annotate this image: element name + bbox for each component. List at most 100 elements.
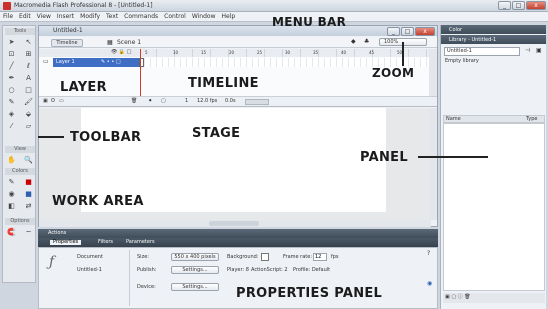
frame-rate-input[interactable]: 12 [313, 253, 327, 261]
tab-parameters[interactable]: Parameters [126, 240, 155, 245]
frame-number: 5 [145, 50, 148, 55]
add-layer-icon[interactable]: ▣ [43, 99, 48, 104]
menu-view[interactable]: View [37, 13, 51, 20]
swap-colors-icon[interactable]: ⇄ [23, 202, 34, 211]
frame-rate-label: Frame rate: [283, 254, 313, 260]
timeline-vertical-scrollbar[interactable] [429, 49, 437, 96]
oval-tool-icon[interactable]: ○ [6, 86, 17, 95]
frame-ruler[interactable]: 5 10 15 20 25 30 35 40 45 50 [139, 49, 429, 57]
zoom-value: 100% [384, 39, 399, 45]
frame-rate-display: 12.0 fps [197, 98, 218, 104]
library-name-column[interactable]: Name [446, 117, 461, 122]
hand-tool-icon[interactable]: ✋ [6, 156, 17, 165]
menu-edit[interactable]: Edit [19, 13, 31, 20]
brush-tool-icon[interactable]: 🖌 [23, 98, 34, 107]
frame-number: 40 [341, 50, 347, 55]
annotation-timeline: TIMELINE [188, 76, 259, 91]
black-white-icon[interactable]: ◧ [6, 202, 17, 211]
library-type-column[interactable]: Type [526, 117, 537, 122]
text-tool-icon[interactable]: A [23, 74, 34, 83]
library-document-select[interactable]: Untitled-1 [444, 47, 520, 56]
eraser-tool-icon[interactable]: ▱ [23, 122, 34, 131]
menu-insert[interactable]: Insert [57, 13, 74, 20]
actions-panel-header[interactable]: Actions [38, 229, 438, 238]
player-version: Player: 8 [227, 267, 249, 273]
tab-filters[interactable]: Filters [98, 240, 113, 245]
frame-number: 15 [201, 50, 207, 55]
document-tab-title[interactable]: Untitled-1 [53, 28, 83, 34]
menu-commands[interactable]: Commands [124, 13, 158, 20]
rectangle-tool-icon[interactable]: □ [23, 86, 34, 95]
color-panel-title: Color [449, 27, 463, 33]
device-settings-button[interactable]: Settings... [171, 283, 219, 291]
onion-skin-icon[interactable]: ▢ [161, 99, 166, 104]
lasso-tool-icon[interactable]: ℓ [23, 62, 34, 71]
subselection-tool-icon[interactable]: ↖ [23, 38, 34, 47]
publish-settings-button[interactable]: Settings... [171, 266, 219, 274]
maximize-button[interactable]: □ [512, 1, 525, 10]
playhead[interactable] [140, 49, 141, 96]
menu-text[interactable]: Text [106, 13, 118, 20]
document-window-controls: _ □ x [387, 27, 435, 36]
new-library-icon[interactable]: ▣ [536, 48, 542, 54]
timeline-toggle-button[interactable]: Timeline [51, 39, 83, 47]
pencil-tool-icon[interactable]: ✎ [6, 98, 17, 107]
scrollbar-thumb[interactable] [209, 221, 259, 226]
stroke-color-icon[interactable]: ✎ [6, 178, 17, 187]
pen-tool-icon[interactable]: ✒ [6, 74, 17, 83]
expand-panel-icon[interactable]: ◉ [427, 281, 432, 287]
zoom-tool-icon[interactable]: 🔍 [23, 156, 34, 165]
menu-help[interactable]: Help [222, 13, 236, 20]
close-button[interactable]: x [526, 1, 546, 10]
library-column-header: Name Type [443, 115, 545, 123]
color-panel-header[interactable]: Color [441, 25, 546, 34]
frame-number: 20 [229, 50, 235, 55]
background-color-swatch[interactable] [261, 253, 269, 261]
free-transform-tool-icon[interactable]: ⊡ [6, 50, 17, 59]
line-tool-icon[interactable]: ╱ [6, 62, 17, 71]
selection-tool-icon[interactable]: ➤ [6, 38, 17, 47]
actionscript-version: ActionScript: 2 [251, 267, 288, 273]
doc-minimize-button[interactable]: _ [387, 27, 400, 36]
doc-maximize-button[interactable]: □ [401, 27, 414, 36]
fill-transform-tool-icon[interactable]: ⊞ [23, 50, 34, 59]
minimize-button[interactable]: _ [498, 1, 511, 10]
fill-color-icon[interactable]: ◉ [6, 190, 17, 199]
delete-layer-icon[interactable]: 🗑 [131, 99, 137, 104]
stroke-swatch-icon[interactable]: ■ [23, 178, 34, 187]
annotation-menu-bar: MENU BAR [272, 15, 347, 29]
scene-label[interactable]: Scene 1 [117, 40, 141, 46]
tab-properties[interactable]: Properties [50, 240, 82, 245]
add-guide-icon[interactable]: ʘ [51, 99, 55, 104]
size-label: Size: [137, 254, 149, 260]
menu-modify[interactable]: Modify [80, 13, 100, 20]
menu-file[interactable]: File [3, 13, 13, 20]
menu-control[interactable]: Control [164, 13, 186, 20]
colors-section-label: Colors [5, 168, 35, 175]
fill-swatch-icon[interactable]: ■ [23, 190, 34, 199]
center-frame-icon[interactable]: ⦁ [149, 99, 152, 104]
stage-vertical-scrollbar[interactable] [429, 108, 437, 220]
doc-close-button[interactable]: x [415, 27, 435, 36]
layer-visibility-icons[interactable]: 👁 🔒 □ [111, 50, 131, 55]
frame-number: 35 [313, 50, 319, 55]
library-footer-icons[interactable]: ▣ ▢ ⓘ 🗑 [445, 295, 471, 300]
edit-scene-icon[interactable]: ♣ [364, 39, 369, 45]
pin-library-icon[interactable]: ⊣ [525, 48, 530, 54]
menu-window[interactable]: Window [192, 13, 216, 20]
library-item-list[interactable] [443, 123, 545, 291]
library-footer: ▣ ▢ ⓘ 🗑 [443, 293, 545, 303]
snap-option-icon[interactable]: 🧲 [6, 228, 17, 237]
edit-symbol-icon[interactable]: ◆ [351, 39, 356, 45]
help-icon[interactable]: ? [427, 251, 430, 257]
smooth-option-icon[interactable]: ~ [23, 228, 34, 237]
document-size-button[interactable]: 550 x 400 pixels [171, 253, 219, 261]
add-folder-icon[interactable]: ▭ [59, 99, 64, 104]
timeline-horizontal-scrollbar[interactable] [245, 99, 269, 105]
ink-bottle-tool-icon[interactable]: ◈ [6, 110, 17, 119]
eyedropper-tool-icon[interactable]: ⁄ [6, 122, 17, 131]
library-panel-header[interactable]: Library - Untitled-1 [441, 35, 546, 44]
stage-horizontal-scrollbar[interactable] [39, 220, 431, 227]
paint-bucket-tool-icon[interactable]: ⬙ [23, 110, 34, 119]
layer-row[interactable]: Layer 1 ✎ • • □ [53, 58, 139, 67]
